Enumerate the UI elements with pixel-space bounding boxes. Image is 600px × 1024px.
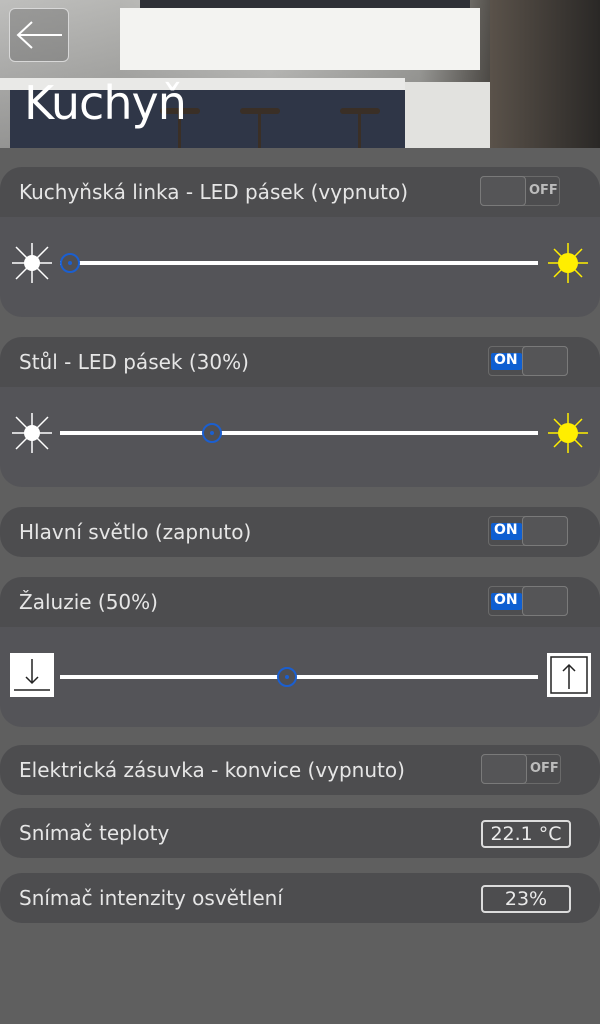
main-light-label: Hlavní světlo (zapnuto): [19, 520, 252, 544]
toggle-knob: [480, 176, 526, 206]
slider-handle[interactable]: [60, 253, 80, 273]
led-kitchen-label: Kuchyňská linka - LED pásek (vypnuto): [19, 180, 409, 204]
arrow-up-icon[interactable]: [547, 653, 591, 697]
header-image: Kuchyň: [0, 0, 600, 148]
blinds-toggle[interactable]: ON: [488, 586, 568, 616]
arrow-down-icon[interactable]: [10, 653, 54, 697]
slider-track: [60, 675, 538, 679]
led-table-header: Stůl - LED pásek (30%) ON: [0, 337, 600, 387]
kitchen-photo-dark-wall: [490, 0, 600, 148]
temp-sensor-label: Snímač teploty: [19, 821, 170, 845]
led-kitchen-card: Kuchyňská linka - LED pásek (vypnuto) OF…: [0, 167, 600, 317]
temp-sensor-value: 22.1 °C: [481, 820, 571, 848]
led-table-toggle[interactable]: ON: [488, 346, 568, 376]
toggle-state: ON: [494, 352, 518, 368]
toggle-knob: [481, 754, 527, 784]
kitchen-photo-stool-leg: [358, 114, 361, 148]
slider-track: [60, 261, 538, 265]
light-sensor-header: Snímač intenzity osvětlení 23%: [0, 873, 600, 923]
main-light-header: Hlavní světlo (zapnuto) ON: [0, 507, 600, 557]
kitchen-photo-stool-leg: [258, 114, 261, 148]
slider-handle[interactable]: [277, 667, 297, 687]
socket-toggle[interactable]: OFF: [481, 754, 561, 784]
light-sensor-card: Snímač intenzity osvětlení 23%: [0, 873, 600, 923]
toggle-state: OFF: [529, 183, 558, 198]
led-kitchen-header: Kuchyňská linka - LED pásek (vypnuto) OF…: [0, 167, 600, 217]
main-light-card: Hlavní světlo (zapnuto) ON: [0, 507, 600, 557]
socket-card: Elektrická zásuvka - konvice (vypnuto) O…: [0, 745, 600, 795]
socket-header: Elektrická zásuvka - konvice (vypnuto) O…: [0, 745, 600, 795]
back-button[interactable]: [9, 8, 69, 62]
toggle-knob: [522, 516, 568, 546]
sun-bright-icon: [548, 243, 588, 283]
kitchen-photo-cupboard: [405, 82, 490, 148]
blinds-card: Žaluzie (50%) ON: [0, 577, 600, 727]
light-sensor-label: Snímač intenzity osvětlení: [19, 886, 283, 910]
blinds-label: Žaluzie (50%): [19, 590, 158, 614]
toggle-state: ON: [494, 522, 518, 538]
temp-sensor-header: Snímač teploty 22.1 °C: [0, 808, 600, 858]
kitchen-photo-backsplash: [120, 8, 480, 70]
socket-label: Elektrická zásuvka - konvice (vypnuto): [19, 758, 405, 782]
blinds-slider[interactable]: [0, 647, 600, 707]
led-kitchen-slider[interactable]: [0, 233, 600, 293]
sun-dim-icon: [12, 413, 52, 453]
led-table-card: Stůl - LED pásek (30%) ON: [0, 337, 600, 487]
toggle-knob: [522, 346, 568, 376]
page-title: Kuchyň: [24, 76, 187, 130]
led-table-label: Stůl - LED pásek (30%): [19, 350, 249, 374]
arrow-left-icon: [16, 21, 62, 49]
main-light-toggle[interactable]: ON: [488, 516, 568, 546]
toggle-knob: [522, 586, 568, 616]
led-kitchen-toggle[interactable]: OFF: [480, 176, 560, 206]
sun-bright-icon: [548, 413, 588, 453]
temp-sensor-card: Snímač teploty 22.1 °C: [0, 808, 600, 858]
slider-handle[interactable]: [202, 423, 222, 443]
toggle-state: OFF: [530, 761, 559, 776]
led-table-slider[interactable]: [0, 403, 600, 463]
sun-dim-icon: [12, 243, 52, 283]
blinds-header: Žaluzie (50%) ON: [0, 577, 600, 627]
slider-track: [60, 431, 538, 435]
light-sensor-value: 23%: [481, 885, 571, 913]
toggle-state: ON: [494, 592, 518, 608]
